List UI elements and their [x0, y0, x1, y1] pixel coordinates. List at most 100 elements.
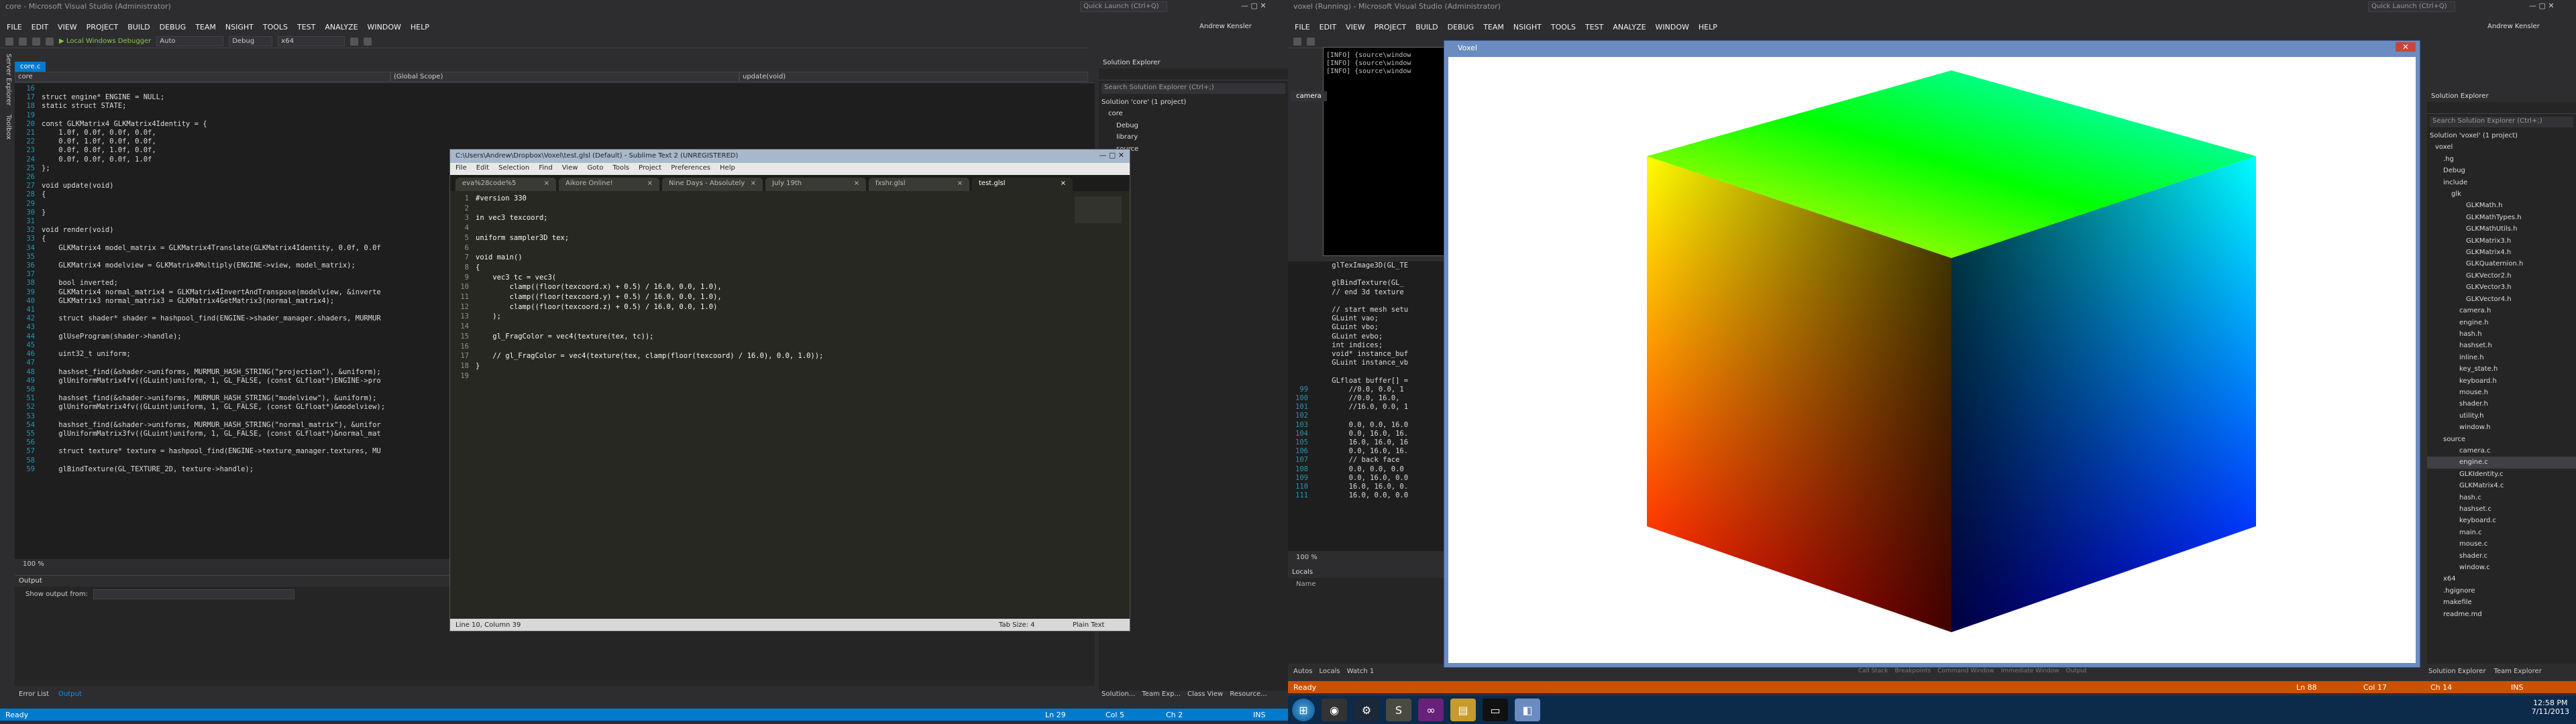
menu-item-nsight[interactable]: NSIGHT [1513, 23, 1542, 32]
solution-bottom-tab[interactable]: Class View [1187, 690, 1223, 698]
solution-tree-item[interactable]: core [1099, 108, 1288, 119]
menu-item-edit[interactable]: EDIT [32, 23, 48, 32]
solution-tree-item[interactable]: keyboard.c [2427, 515, 2576, 526]
right-window-controls[interactable]: — ▢ ✕ [2529, 1, 2555, 10]
menu-item-analyze[interactable]: ANALYZE [325, 23, 358, 32]
solution-tree-item[interactable]: x64 [2427, 573, 2576, 585]
sublime-window-controls[interactable]: — ▢ ✕ [1099, 151, 1124, 160]
menu-item-tools[interactable]: TOOLS [263, 23, 288, 32]
output-tab[interactable]: Output [58, 690, 82, 698]
solution-tree-item[interactable]: GLKMathTypes.h [2427, 212, 2576, 223]
right-file-tab[interactable]: camera [1291, 91, 1327, 101]
solution-tree-item[interactable]: shader.c [2427, 550, 2576, 562]
voxel-window-controls[interactable]: ✕ [2395, 42, 2416, 52]
solution-tree-item[interactable]: mouse.h [2427, 387, 2576, 398]
sublime-menu-item-selection[interactable]: Selection [498, 164, 529, 174]
sublime-menu-item-preferences[interactable]: Preferences [671, 164, 710, 174]
menu-item-edit[interactable]: EDIT [1320, 23, 1336, 32]
solution-tree-item[interactable]: Solution 'core' (1 project) [1099, 97, 1288, 108]
solution-tree-item[interactable]: GLKIdentity.c [2427, 469, 2576, 480]
solution-bottom-tab[interactable]: Resource... [1230, 690, 1267, 698]
menu-item-debug[interactable]: DEBUG [1448, 23, 1474, 32]
find-icon[interactable] [350, 37, 359, 46]
server-explorer-tab[interactable]: Server Explorer [5, 54, 12, 106]
sublime-icon[interactable]: S [1386, 699, 1411, 721]
solution-tree-item[interactable]: engine.c [2427, 457, 2576, 469]
right-quick-launch-input[interactable]: Quick Launch (Ctrl+Q) [2368, 1, 2455, 12]
solution-bottom-tab[interactable]: Solution Explorer [2428, 668, 2486, 675]
solution-tree-item[interactable]: main.c [2427, 527, 2576, 538]
tab-close-icon[interactable]: × [1061, 180, 1066, 189]
visual-studio-icon[interactable]: ∞ [1418, 699, 1444, 721]
sublime-menu-item-find[interactable]: Find [539, 164, 553, 174]
solution-tree-item[interactable]: include [2427, 177, 2576, 188]
start-debug-button[interactable]: ▶ Local Windows Debugger [59, 38, 151, 45]
menu-item-file[interactable]: FILE [7, 23, 22, 32]
menu-item-debug[interactable]: DEBUG [160, 23, 186, 32]
tab-close-icon[interactable]: × [854, 180, 859, 189]
continue-icon[interactable] [1293, 37, 1301, 46]
debug-bottom-tab[interactable]: Autos [1293, 668, 1312, 675]
save-icon[interactable] [32, 37, 40, 46]
right-code-editor[interactable]: glTexImage3D(GL_TE glBindTexture(GL_ // … [1288, 261, 1446, 551]
nav-scope-dropdown[interactable]: (Global Scope) [390, 72, 739, 82]
config-dropdown[interactable]: Debug [229, 36, 273, 46]
debug-tool-tab[interactable]: Breakpoints [1895, 668, 1931, 674]
sublime-tab[interactable]: test.glsl × [972, 178, 1073, 191]
solution-tree-item[interactable]: hash.c [2427, 492, 2576, 503]
sublime-menu-item-edit[interactable]: Edit [476, 164, 489, 174]
solution-tree-item[interactable]: mouse.c [2427, 538, 2576, 550]
menu-item-test[interactable]: TEST [297, 23, 315, 32]
solution-tree-item[interactable]: readme.md [2427, 609, 2576, 620]
solution-tree-item[interactable]: voxel [2427, 141, 2576, 153]
solution-tree-item[interactable]: camera.c [2427, 445, 2576, 457]
tab-close-icon[interactable]: × [751, 180, 756, 189]
solution-tree-item[interactable]: source [2427, 434, 2576, 445]
solution-tree-item[interactable]: GLKQuaternion.h [2427, 258, 2576, 269]
config-auto-dropdown[interactable]: Auto [156, 36, 224, 46]
solution-tree-item[interactable]: .hgignore [2427, 585, 2576, 597]
nav-func-dropdown[interactable]: update(void) [739, 72, 1088, 82]
menu-item-help[interactable]: HELP [411, 23, 429, 32]
menu-item-test[interactable]: TEST [1585, 23, 1603, 32]
sublime-minimap[interactable] [1075, 196, 1122, 223]
quick-launch-input[interactable]: Quick Launch (Ctrl+Q) [1080, 1, 1167, 12]
solution-tree-item[interactable]: GLKMatrix4.c [2427, 480, 2576, 491]
sublime-syntax[interactable]: Plain Text [1073, 621, 1104, 629]
solution-tree-item[interactable]: glk [2427, 188, 2576, 200]
error-list-tab[interactable]: Error List [19, 690, 49, 698]
solution-tree-item[interactable]: keyboard.h [2427, 375, 2576, 387]
cmd-icon[interactable]: ▭ [1483, 699, 1508, 721]
solution-tree-item[interactable]: engine.h [2427, 317, 2576, 328]
sublime-menu-item-file[interactable]: File [455, 164, 467, 174]
menu-item-team[interactable]: TEAM [195, 23, 216, 32]
solution-tree-item[interactable]: GLKVector2.h [2427, 270, 2576, 282]
right-user-name[interactable]: Andrew Kensler [2487, 23, 2540, 30]
menu-item-file[interactable]: FILE [1295, 23, 1310, 32]
sublime-menu-item-help[interactable]: Help [720, 164, 735, 174]
menu-item-tools[interactable]: TOOLS [1551, 23, 1576, 32]
sublime-tab[interactable]: Aikore Online! × [559, 178, 659, 191]
zoom-level[interactable]: 100 % [23, 560, 44, 568]
menu-item-nsight[interactable]: NSIGHT [225, 23, 254, 32]
solution-tree-item[interactable]: GLKMatrix3.h [2427, 235, 2576, 247]
solution-tree-item[interactable]: key_state.h [2427, 363, 2576, 375]
menu-item-analyze[interactable]: ANALYZE [1613, 23, 1646, 32]
solution-tree-item[interactable]: window.h [2427, 422, 2576, 433]
menu-item-build[interactable]: BUILD [127, 23, 150, 32]
steam-icon[interactable]: ⚙ [1354, 699, 1379, 721]
solution-bottom-tab[interactable]: Team Exp... [1142, 690, 1181, 698]
menu-item-project[interactable]: PROJECT [87, 23, 119, 32]
voxel-app-icon[interactable]: ◧ [1515, 699, 1540, 721]
sublime-menu-item-tools[interactable]: Tools [612, 164, 629, 174]
sublime-tab[interactable]: eva%28code%5 × [455, 178, 556, 191]
start-orb-icon[interactable]: ⊞ [1292, 699, 1315, 721]
tab-close-icon[interactable]: × [544, 180, 549, 189]
solution-tree-item[interactable]: Solution 'voxel' (1 project) [2427, 130, 2576, 141]
menu-item-window[interactable]: WINDOW [1656, 23, 1689, 32]
debug-tool-tab[interactable]: Immediate Window [2001, 668, 2059, 674]
solution-tree-item[interactable]: GLKVector4.h [2427, 294, 2576, 305]
menu-item-view[interactable]: VIEW [1346, 23, 1365, 32]
right-zoom-level[interactable]: 100 % [1296, 554, 1318, 561]
forward-icon[interactable] [19, 37, 27, 46]
